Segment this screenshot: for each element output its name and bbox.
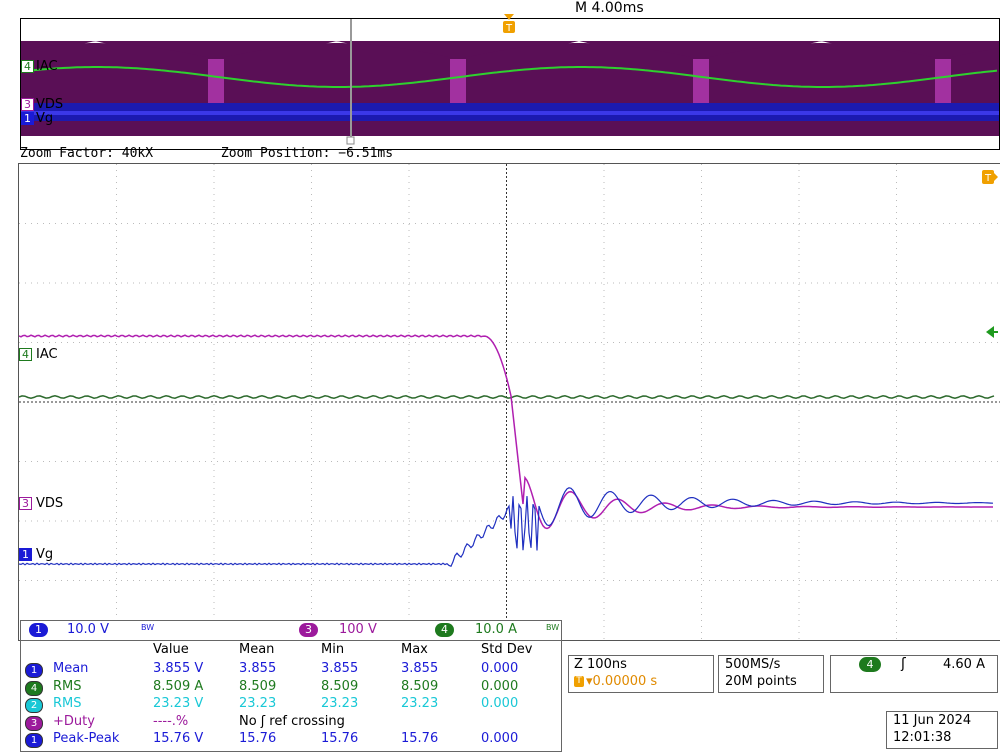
measurement-std: 0.000 [481, 696, 519, 711]
timebase-readout: M 4.00ms [575, 0, 644, 16]
ch4-bw-icon: BW [546, 623, 560, 632]
measurement-row[interactable]: 1 Mean 3.855 V 3.855 3.855 3.855 0.000 [21, 661, 561, 678]
trigger-offset: T ▾0.00000 s [574, 674, 657, 689]
measurement-min: 8.509 [321, 678, 359, 694]
measurement-row[interactable]: 4 RMS 8.509 A 8.509 8.509 8.509 0.000 [21, 679, 561, 696]
measurement-channel-badge: 4 [25, 680, 43, 696]
measurement-channel-badge: 1 [25, 733, 43, 748]
measurement-value: 3.855 V [153, 661, 204, 676]
measurement-name: Peak-Peak [53, 731, 120, 746]
ch1-bw-icon: BW [141, 623, 155, 632]
trigger-offset-icon: T [574, 676, 584, 687]
iac-label: 4 IAC [19, 347, 58, 362]
channel-scale-bar: 1 10.0 V BW 3 100 V 4 10.0 A BW [20, 620, 562, 641]
measurement-row[interactable]: 2 RMS 23.23 V 23.23 23.23 23.23 0.000 [21, 696, 561, 713]
overview-vg-label: 1 Vg [21, 111, 53, 126]
measurement-name: +Duty [53, 713, 95, 729]
measurement-max: 8.509 [401, 678, 439, 694]
measurement-value: ----.% [153, 713, 189, 729]
measurement-mean: 23.23 [239, 696, 277, 711]
sample-rate-box[interactable]: 500MS/s 20M points [718, 655, 824, 693]
measurement-mean: No ʃ ref crossing [239, 713, 345, 729]
measurement-mean: 3.855 [239, 661, 277, 676]
overview-vds-label: 3 VDS [21, 97, 63, 112]
measurement-value: 8.509 A [153, 678, 204, 694]
datetime-box: 11 Jun 2024 12:01:38 [886, 711, 998, 749]
measurements-panel: Value Mean Min Max Std Dev 1 Mean 3.855 V 3… [20, 640, 562, 752]
zoom-horizontal-box[interactable]: Z 100ns T ▾0.00000 s [568, 655, 714, 693]
ch4-scale[interactable]: 10.0 A [475, 622, 517, 637]
trigger-marker-icon[interactable]: T [982, 170, 998, 184]
measurement-max: 3.855 [401, 661, 439, 676]
measurement-max: 23.23 [401, 696, 439, 711]
trigger-level: 4.60 A [943, 657, 985, 672]
vg-label: 1 Vg [19, 547, 53, 562]
measurement-mean: 8.509 [239, 678, 277, 694]
overview-window[interactable]: 4 IAC 3 VDS 1 Vg [20, 18, 1000, 150]
ch4-badge[interactable]: 4 [435, 623, 454, 637]
trigger-slope-icon: ʃ [901, 656, 906, 672]
measurement-row[interactable]: 1 Peak-Peak 15.76 V 15.76 15.76 15.76 0.000 [21, 731, 561, 748]
ch1-badge[interactable]: 1 [29, 623, 48, 637]
measurement-channel-badge: 3 [25, 715, 43, 731]
measurement-name: RMS [53, 678, 82, 694]
date: 11 Jun 2024 [893, 713, 972, 728]
vds-label: 3 VDS [19, 496, 63, 511]
measurement-min: 15.76 [321, 731, 359, 746]
measurement-value: 15.76 V [153, 731, 204, 746]
main-graticule[interactable]: 4 IAC 3 VDS 1 Vg T [18, 163, 1000, 641]
measurement-std: 0.000 [481, 678, 519, 694]
measurement-std: 0.000 [481, 731, 519, 746]
zoom-factor: Zoom Factor: 40kX [20, 146, 154, 161]
record-length: 20M points [725, 674, 797, 689]
measurement-std: 0.000 [481, 661, 519, 676]
vg-trace [19, 487, 994, 567]
measurement-channel-badge: 1 [25, 663, 43, 678]
zoom-position: Zoom Position: −6.51ms [220, 146, 394, 161]
measurement-mean: 15.76 [239, 731, 277, 746]
zoom-info: Zoom Factor: 40kX Zoom Position: −6.51ms [20, 146, 453, 161]
measurement-min: 3.855 [321, 661, 359, 676]
main-waveforms [19, 164, 1000, 640]
measurement-name: Mean [53, 661, 89, 676]
measurement-max: 15.76 [401, 731, 439, 746]
overview-waveforms [21, 19, 999, 145]
trigger-source-badge: 4 [859, 657, 881, 672]
zoom-scale: Z 100ns [574, 657, 627, 672]
ch3-scale[interactable]: 100 V [339, 622, 377, 637]
sample-rate: 500MS/s [725, 657, 781, 672]
zoom-marker-handle [346, 136, 355, 145]
trigger-box[interactable]: 4 ʃ 4.60 A [830, 655, 998, 693]
trigger-level-icon[interactable] [986, 326, 998, 338]
trigger-position-icon[interactable]: T [502, 14, 516, 36]
measurement-name: RMS [53, 696, 82, 711]
measurement-value: 23.23 V [153, 696, 204, 711]
svg-text:T: T [984, 173, 992, 184]
measurement-channel-badge: 2 [25, 698, 43, 713]
measurement-min: 23.23 [321, 696, 359, 711]
svg-text:T: T [505, 23, 513, 34]
overview-iac-label: 4 IAC [21, 59, 58, 74]
ch3-badge[interactable]: 3 [299, 623, 318, 637]
ch1-scale[interactable]: 10.0 V [67, 622, 109, 637]
measurements-header: Value Mean Min Max Std Dev [153, 642, 533, 657]
time: 12:01:38 [893, 730, 952, 745]
measurement-row[interactable]: 3 +Duty ----.% No ʃ ref crossing [21, 714, 561, 731]
